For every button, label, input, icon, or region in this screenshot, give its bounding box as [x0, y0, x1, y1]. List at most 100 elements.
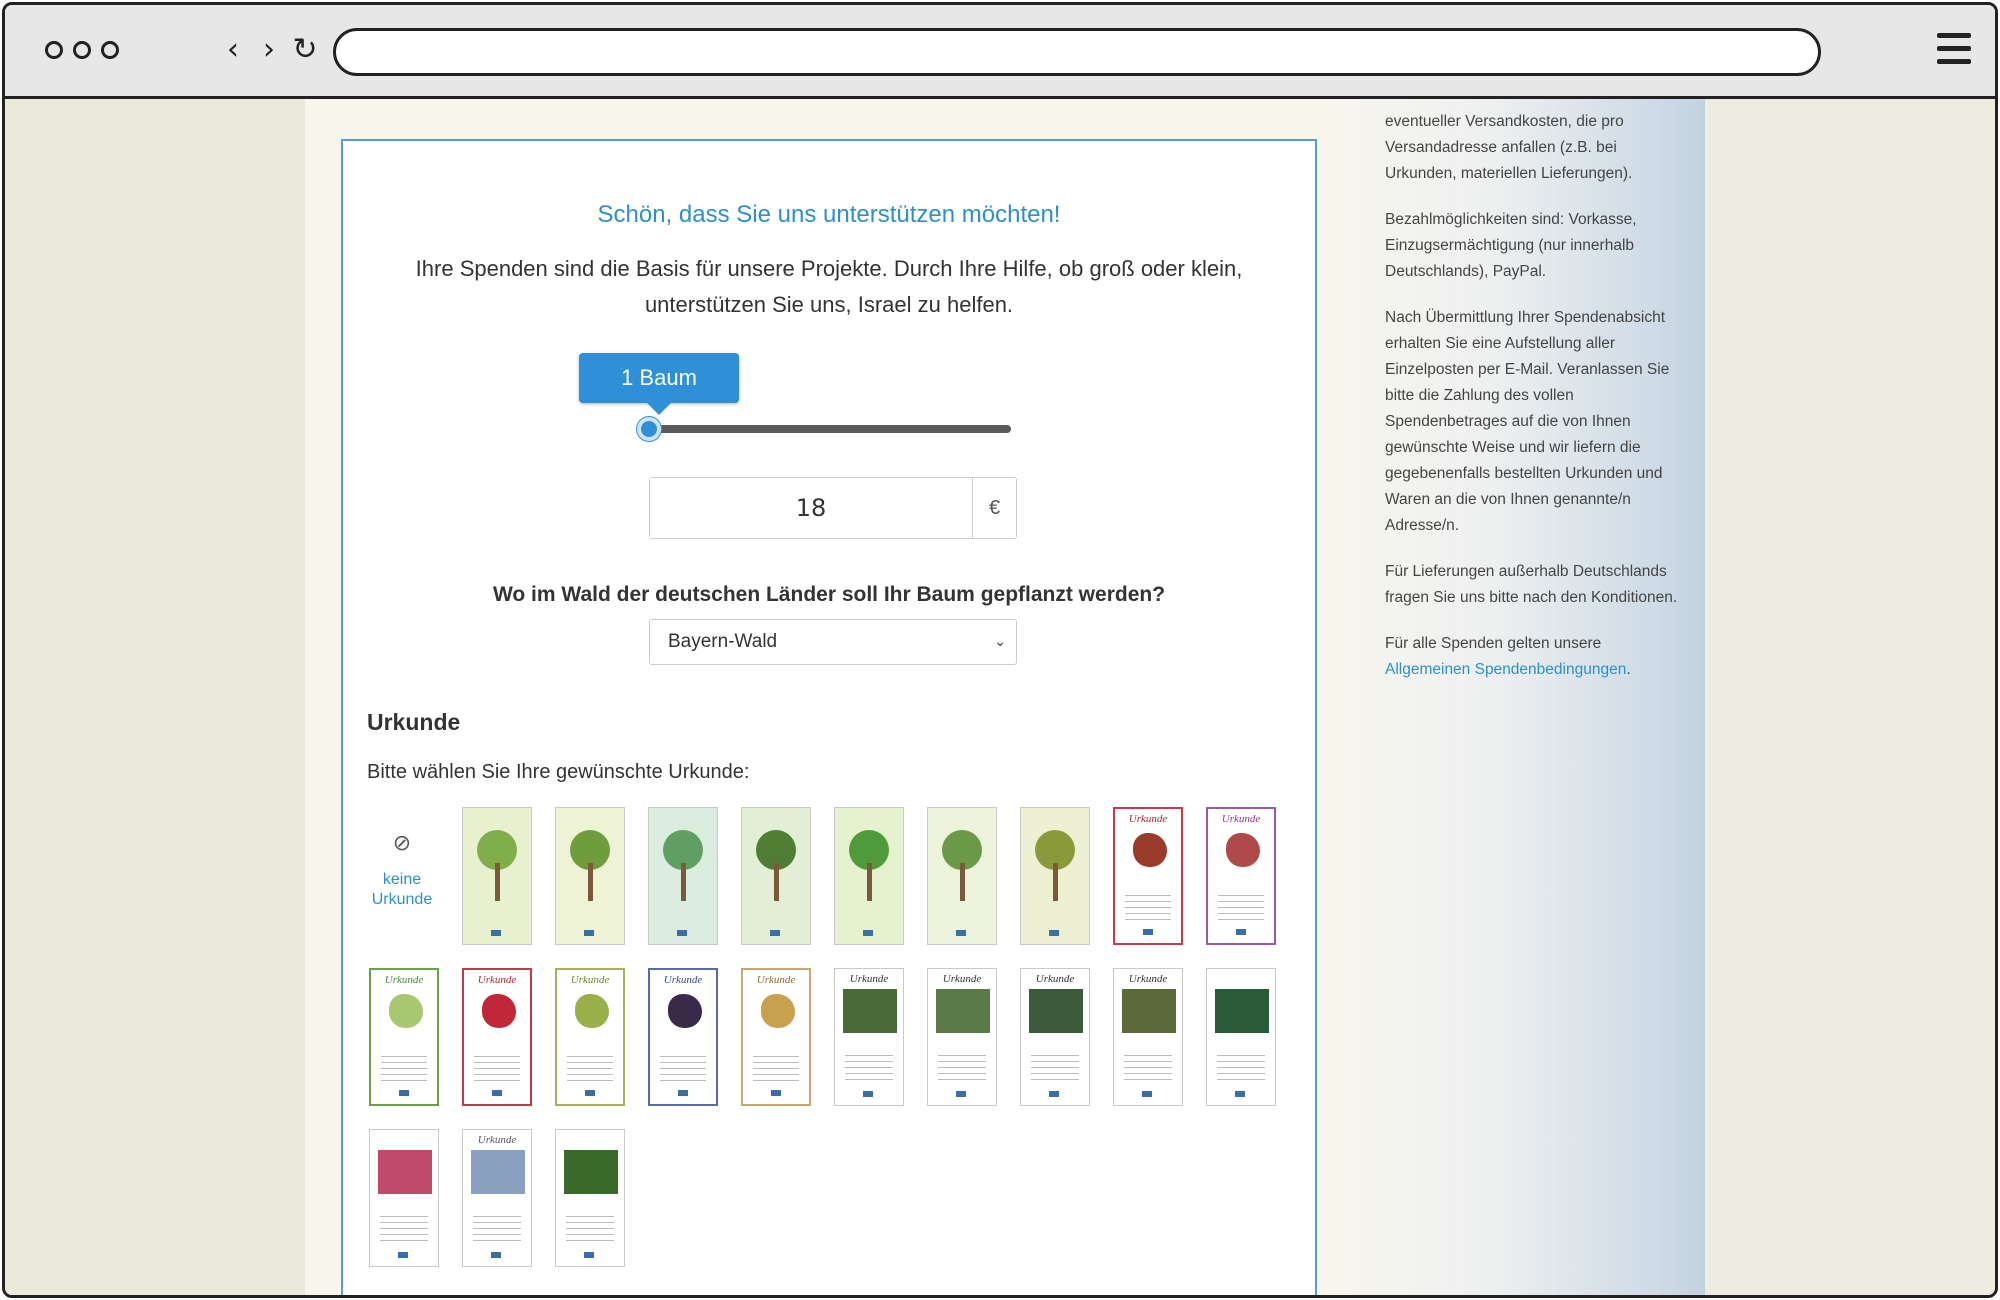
logo-mark	[1235, 1091, 1245, 1097]
certificate-photo	[1122, 989, 1176, 1033]
certificate-option[interactable]: Urkunde	[642, 964, 720, 1106]
slider-handle[interactable]	[637, 417, 661, 441]
browser-toolbar: ‹ › ↻	[5, 5, 1995, 99]
certificate-option[interactable]	[549, 803, 627, 945]
certificate-heading: Urkunde	[367, 709, 461, 735]
certificate-option[interactable]: Urkunde	[828, 964, 906, 1106]
navigation-buttons: ‹ › ↻	[220, 33, 318, 67]
address-bar[interactable]	[333, 28, 1821, 76]
certificate-title: Urkunde	[1128, 813, 1168, 825]
logo-mark	[956, 1091, 966, 1097]
fruit-illustration	[1226, 833, 1260, 867]
certificate-option[interactable]	[828, 803, 906, 945]
donation-card: Schön, dass Sie uns unterstützen möchten…	[341, 139, 1317, 1295]
none-option-label: keine Urkunde	[371, 871, 433, 908]
terms-link[interactable]: Allgemeinen Spendenbedingungen	[1385, 661, 1626, 678]
info-terms-prefix: Für alle Spenden gelten unsere	[1385, 635, 1602, 652]
logo-mark	[1049, 1091, 1059, 1097]
logo-mark	[1142, 1091, 1152, 1097]
window-dot-minimize[interactable]	[73, 41, 91, 59]
certificate-option[interactable]: Urkunde	[735, 964, 813, 1106]
certificate-option[interactable]	[921, 803, 999, 945]
certificate-photo	[936, 989, 990, 1033]
certificate-thumbnail: Urkunde	[1113, 968, 1183, 1106]
certificate-text-lines	[1218, 895, 1264, 925]
info-sidebar: eventueller Versandkosten, die pro Versa…	[1385, 109, 1685, 703]
certificate-text-lines	[1125, 895, 1171, 925]
certificate-option[interactable]: Urkunde	[1014, 964, 1092, 1106]
info-process: Nach Übermittlung Ihrer Spendenabsicht e…	[1385, 309, 1670, 534]
window-dot-maximize[interactable]	[101, 41, 119, 59]
certificate-option[interactable]	[642, 803, 720, 945]
certificate-thumbnail: Urkunde	[927, 968, 997, 1106]
certificate-title: Urkunde	[663, 974, 703, 986]
forest-select[interactable]: Bayern-Wald ⌄	[649, 619, 1017, 665]
certificate-option[interactable]	[456, 803, 534, 945]
certificate-option[interactable]: Urkunde	[1107, 803, 1185, 945]
certificate-hint: Bitte wählen Sie Ihre gewünschte Urkunde…	[367, 761, 750, 783]
none-option: ⊘ keine Urkunde	[363, 803, 441, 945]
window-dot-close[interactable]	[45, 41, 63, 59]
certificate-photo	[1215, 989, 1269, 1033]
certificate-title: Urkunde	[1221, 813, 1261, 825]
certificate-option[interactable]: Urkunde	[456, 1125, 534, 1267]
certificate-option[interactable]: Urkunde	[921, 964, 999, 1106]
certificate-text-lines	[381, 1056, 427, 1086]
fruit-illustration	[668, 994, 702, 1028]
logo-mark	[491, 1252, 501, 1258]
logo-mark	[584, 930, 594, 936]
logo-mark	[770, 930, 780, 936]
certificate-option[interactable]: Urkunde	[456, 964, 534, 1106]
chevron-down-icon: ⌄	[994, 634, 1006, 650]
tree-trunk	[1053, 863, 1058, 901]
browser-window: ‹ › ↻ Schön, dass Sie uns unterstützen m…	[2, 2, 1998, 1298]
certificate-title: Urkunde	[477, 974, 517, 986]
logo-mark	[1049, 930, 1059, 936]
certificate-text-lines	[474, 1056, 520, 1086]
certificate-thumbnail: Urkunde	[834, 968, 904, 1106]
certificate-thumbnail	[369, 1129, 439, 1267]
donation-intro: Ihre Spenden sind die Basis für unsere P…	[415, 256, 1243, 317]
logo-mark	[863, 1091, 873, 1097]
tree-trunk	[867, 863, 872, 901]
certificate-text-lines	[567, 1056, 613, 1086]
certificate-option-none[interactable]: ⊘ keine Urkunde	[363, 803, 441, 945]
certificate-option[interactable]	[1200, 964, 1278, 1106]
certificate-option[interactable]	[1014, 803, 1092, 945]
certificate-thumbnail	[1020, 807, 1090, 945]
amount-input[interactable]	[650, 478, 972, 538]
menu-icon[interactable]	[1937, 33, 1971, 65]
window-controls	[45, 41, 119, 59]
certificate-option[interactable]: Urkunde	[363, 964, 441, 1106]
tree-count-slider[interactable]	[649, 425, 1011, 433]
certificate-option[interactable]: Urkunde	[1200, 803, 1278, 945]
page-content: Schön, dass Sie uns unterstützen möchten…	[5, 99, 1995, 1295]
tree-trunk	[495, 863, 500, 901]
certificate-option[interactable]: Urkunde	[1107, 964, 1185, 1106]
info-abroad: Für Lieferungen außerhalb Deutschlands f…	[1385, 563, 1678, 606]
logo-mark	[677, 930, 687, 936]
certificate-title: Urkunde	[570, 974, 610, 986]
certificate-thumbnail: Urkunde	[1020, 968, 1090, 1106]
fruit-illustration	[575, 994, 609, 1028]
certificate-text-lines	[1031, 1055, 1079, 1085]
certificate-option[interactable]	[735, 803, 813, 945]
certificate-title: Urkunde	[849, 973, 889, 985]
forward-icon[interactable]: ›	[256, 33, 282, 67]
certificate-thumbnail	[555, 1129, 625, 1267]
logo-mark	[585, 1090, 595, 1096]
certificate-option[interactable]: Urkunde	[549, 964, 627, 1106]
info-payment: Bezahlmöglichkeiten sind: Vorkasse, Einz…	[1385, 211, 1637, 280]
logo-mark	[492, 1090, 502, 1096]
fruit-illustration	[1133, 833, 1167, 867]
reload-icon[interactable]: ↻	[292, 33, 318, 67]
certificate-photo	[1029, 989, 1083, 1033]
certificate-option[interactable]	[363, 1125, 441, 1267]
certificate-thumbnail	[927, 807, 997, 945]
certificate-option[interactable]	[549, 1125, 627, 1267]
donation-heading: Schön, dass Sie uns unterstützen möchten…	[597, 201, 1061, 228]
info-shipping: eventueller Versandkosten, die pro Versa…	[1385, 113, 1633, 182]
fruit-illustration	[761, 994, 795, 1028]
back-icon[interactable]: ‹	[220, 33, 246, 67]
ban-icon: ⊘	[392, 831, 412, 856]
